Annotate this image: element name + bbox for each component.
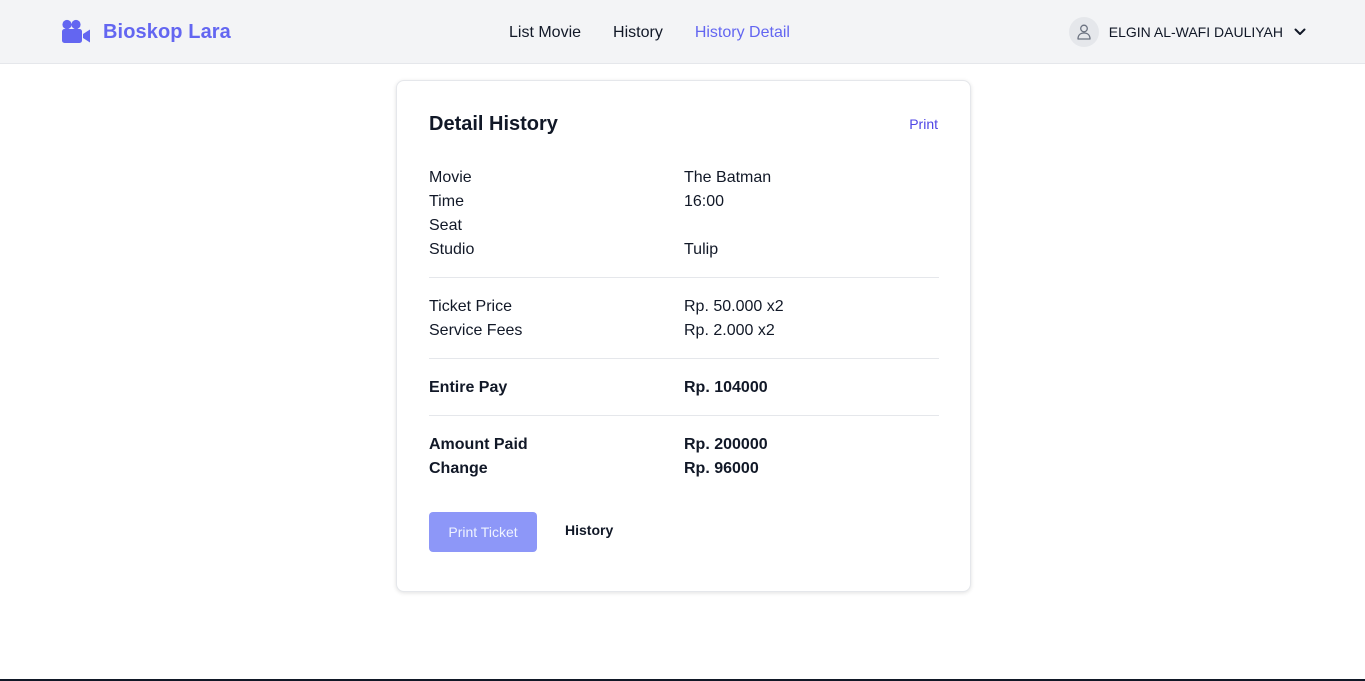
avatar bbox=[1068, 17, 1099, 47]
detail-row-ticket-price: Ticket Price Rp. 50.000 x2 bbox=[429, 295, 939, 319]
user-menu[interactable]: ELGIN AL-WAFI DAULIYAH bbox=[1068, 16, 1307, 48]
page-title: Detail History bbox=[429, 113, 558, 135]
row-value: Rp. 104000 bbox=[684, 379, 768, 396]
row-value: Rp. 96000 bbox=[684, 460, 759, 477]
row-value: 16:00 bbox=[684, 193, 725, 210]
print-link[interactable]: Print bbox=[909, 116, 938, 132]
detail-row-seat: Seat bbox=[429, 214, 939, 238]
nav-history-detail[interactable]: History Detail bbox=[695, 24, 790, 42]
detail-row-change: Change Rp. 96000 bbox=[429, 457, 939, 481]
divider bbox=[429, 415, 939, 416]
row-label: Change bbox=[429, 460, 488, 477]
chevron-down-icon bbox=[1294, 28, 1306, 35]
row-label: Time bbox=[429, 193, 464, 210]
row-value: Tulip bbox=[684, 241, 719, 258]
detail-row-service-fees: Service Fees Rp. 2.000 x2 bbox=[429, 319, 939, 343]
detail-row-amount-paid: Amount Paid Rp. 200000 bbox=[429, 433, 939, 457]
detail-row-entire-pay: Entire Pay Rp. 104000 bbox=[429, 376, 939, 400]
nav-history[interactable]: History bbox=[613, 24, 663, 42]
brand-name: Bioskop Lara bbox=[103, 20, 231, 43]
history-button[interactable]: History bbox=[565, 522, 613, 538]
row-label: Seat bbox=[429, 217, 462, 234]
row-value: Rp. 200000 bbox=[684, 436, 768, 453]
main-nav: List Movie History History Detail bbox=[509, 22, 790, 44]
row-label: Service Fees bbox=[429, 322, 523, 339]
row-value: Rp. 50.000 x2 bbox=[684, 298, 784, 315]
divider bbox=[429, 277, 939, 278]
detail-row-movie: Movie The Batman bbox=[429, 166, 939, 190]
history-detail-card: Detail History Print Movie The Batman Ti… bbox=[396, 80, 971, 592]
top-navbar: Bioskop Lara List Movie History History … bbox=[0, 0, 1365, 64]
detail-row-studio: Studio Tulip bbox=[429, 238, 939, 262]
detail-row-time: Time 16:00 bbox=[429, 190, 939, 214]
row-label: Amount Paid bbox=[429, 436, 528, 453]
row-value: Rp. 2.000 x2 bbox=[684, 322, 775, 339]
user-name: ELGIN AL-WAFI DAULIYAH bbox=[1108, 24, 1283, 40]
row-label: Studio bbox=[429, 241, 475, 258]
print-ticket-button[interactable]: Print Ticket bbox=[429, 512, 537, 552]
video-camera-icon bbox=[62, 19, 90, 43]
divider bbox=[429, 358, 939, 359]
brand-link[interactable]: Bioskop Lara bbox=[61, 17, 231, 47]
nav-list-movie[interactable]: List Movie bbox=[509, 24, 581, 42]
row-label: Entire Pay bbox=[429, 379, 508, 396]
row-label: Movie bbox=[429, 169, 472, 186]
row-value: The Batman bbox=[684, 169, 772, 186]
row-label: Ticket Price bbox=[429, 298, 512, 315]
user-icon bbox=[1077, 24, 1091, 40]
